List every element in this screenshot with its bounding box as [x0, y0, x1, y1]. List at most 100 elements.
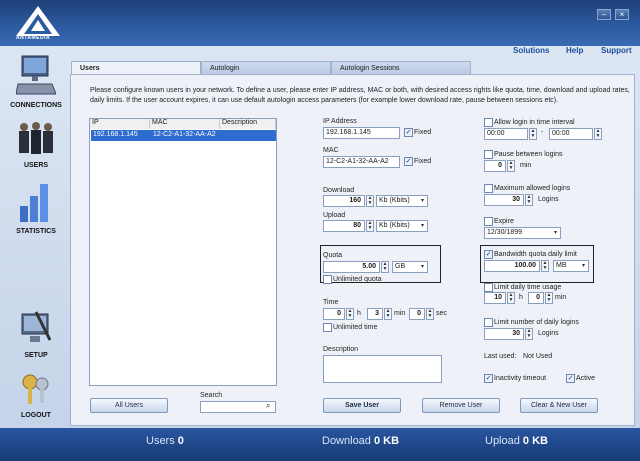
tab-autologin-sessions[interactable]: Autologin Sessions: [331, 61, 471, 75]
bandwidth-quota-field[interactable]: 100.00: [484, 260, 540, 272]
remove-user-button[interactable]: Remove User: [422, 398, 500, 413]
time-minutes-spinner[interactable]: ▲ ▼: [384, 308, 392, 320]
login-from-field[interactable]: 00:00: [484, 128, 528, 140]
quota-spinner[interactable]: ▲ ▼: [381, 261, 389, 273]
help-link[interactable]: Help: [566, 46, 583, 55]
max-logins-checkbox[interactable]: [484, 184, 493, 193]
download-unit-select[interactable]: Kb (Kbits) ▾: [376, 195, 428, 207]
mac-field[interactable]: 12-C2-A1-32-AA-A2: [323, 156, 400, 168]
solutions-link[interactable]: Solutions: [513, 46, 549, 55]
description-label: Description: [323, 346, 359, 353]
users-group-icon: [19, 122, 53, 154]
close-icon[interactable]: ×: [615, 9, 629, 20]
ip-field[interactable]: 192.168.1.145: [323, 127, 400, 139]
ip-label: IP Address: [323, 118, 357, 125]
quota-label: Quota: [323, 252, 343, 259]
time-seconds-spinner[interactable]: ▲ ▼: [426, 308, 434, 320]
time-minutes-unit: min: [394, 310, 406, 317]
column-header-description[interactable]: Description: [220, 119, 276, 129]
quota-unit-select[interactable]: GB ▾: [392, 261, 428, 273]
support-link[interactable]: Support: [601, 46, 632, 55]
time-hours-unit: h: [357, 310, 361, 317]
limit-daily-time-checkbox[interactable]: [484, 283, 493, 292]
limit-daily-logins-spinner[interactable]: ▲ ▼: [525, 328, 533, 340]
chevron-down-icon: ▾: [581, 263, 585, 269]
footer-upload-value: 0 KB: [522, 435, 548, 447]
download-spinner[interactable]: ▲ ▼: [366, 195, 374, 207]
sidebar-item-label: CONNECTIONS: [10, 102, 62, 109]
chevron-down-icon: ▾: [420, 264, 424, 270]
column-header-ip[interactable]: IP: [90, 119, 150, 129]
save-user-button[interactable]: Save User: [323, 398, 401, 413]
login-to-spinner[interactable]: ▲ ▼: [594, 128, 602, 140]
clear-new-user-button[interactable]: Clear & New User: [520, 398, 598, 413]
sidebar-item-label: LOGOUT: [21, 412, 51, 419]
sidebar-item-logout[interactable]: LOGOUT: [6, 372, 66, 419]
ip-fixed-checkbox[interactable]: ✓: [404, 128, 413, 137]
search-input[interactable]: [200, 401, 276, 413]
quota-unit-value: GB: [395, 263, 406, 270]
app-window: ANTAMEDIA – × Solutions Help Support CON…: [0, 0, 640, 461]
pause-between-logins-checkbox[interactable]: [484, 150, 493, 159]
tab-users[interactable]: Users: [71, 61, 201, 75]
bandwidth-quota-spinner[interactable]: ▲ ▼: [541, 260, 549, 272]
time-minutes-field[interactable]: 3: [367, 308, 383, 320]
limit-minutes-spinner[interactable]: ▲ ▼: [545, 292, 553, 304]
column-header-mac[interactable]: MAC: [150, 119, 220, 129]
inactivity-timeout-label: Inactivity timeout: [494, 375, 547, 382]
mac-fixed-label: Fixed: [414, 158, 432, 165]
mac-label: MAC: [323, 147, 339, 154]
sidebar-item-statistics[interactable]: STATISTICS: [6, 180, 66, 235]
max-logins-field[interactable]: 30: [484, 194, 524, 206]
limit-daily-logins-checkbox[interactable]: [484, 318, 493, 327]
bandwidth-unit-select[interactable]: MB ▾: [553, 260, 589, 272]
all-users-button[interactable]: All Users: [90, 398, 168, 413]
unlimited-quota-checkbox[interactable]: [323, 275, 332, 284]
time-seconds-field[interactable]: 0: [409, 308, 425, 320]
search-icon[interactable]: ⌕: [266, 401, 270, 411]
inactivity-timeout-checkbox[interactable]: ✓: [484, 374, 493, 383]
max-logins-spinner[interactable]: ▲ ▼: [525, 194, 533, 206]
allow-login-interval-checkbox[interactable]: [484, 118, 493, 127]
active-checkbox[interactable]: ✓: [566, 374, 575, 383]
title-bar: ANTAMEDIA – ×: [0, 0, 640, 46]
chevron-down-icon: ▾: [420, 198, 424, 204]
footer-users: Users 0: [146, 435, 184, 447]
minimize-icon[interactable]: –: [597, 9, 611, 20]
mac-fixed-checkbox[interactable]: ✓: [404, 157, 413, 166]
users-list[interactable]: IP MAC Description 192.168.1.145 12-C2-A…: [89, 118, 277, 386]
login-from-spinner[interactable]: ▲ ▼: [529, 128, 537, 140]
limit-daily-logins-field[interactable]: 30: [484, 328, 524, 340]
pause-unit: min: [520, 162, 532, 169]
chevron-down-icon: ▾: [553, 230, 557, 236]
tab-autologin[interactable]: Autologin: [201, 61, 331, 75]
sidebar-item-setup[interactable]: SETUP: [6, 310, 66, 359]
quota-field[interactable]: 5.00: [323, 261, 380, 273]
upload-spinner[interactable]: ▲ ▼: [366, 220, 374, 232]
upload-unit-select[interactable]: Kb (Kbits) ▾: [376, 220, 428, 232]
expire-date-select[interactable]: 12/30/1899 ▾: [484, 227, 561, 239]
time-hours-field[interactable]: 0: [323, 308, 345, 320]
description-field[interactable]: [323, 355, 442, 383]
chevron-down-icon: ▾: [420, 223, 424, 229]
pause-field[interactable]: 0: [484, 160, 506, 172]
footer-users-value: 0: [177, 435, 184, 447]
sidebar-item-connections[interactable]: CONNECTIONS: [6, 54, 66, 109]
time-hours-spinner[interactable]: ▲ ▼: [346, 308, 354, 320]
footer-download-label: Download: [322, 435, 371, 447]
download-field[interactable]: 160: [323, 195, 365, 207]
logo-text: ANTAMEDIA: [16, 35, 51, 41]
limit-minutes-field[interactable]: 0: [528, 292, 544, 304]
bandwidth-quota-checkbox[interactable]: ✓: [484, 250, 493, 259]
last-used-label: Last used:: [484, 353, 517, 360]
pause-spinner[interactable]: ▲ ▼: [507, 160, 515, 172]
bar-chart-icon: [20, 184, 48, 222]
limit-hours-spinner[interactable]: ▲ ▼: [507, 292, 515, 304]
unlimited-time-checkbox[interactable]: [323, 323, 332, 332]
sidebar-item-users[interactable]: USERS: [6, 120, 66, 169]
upload-field[interactable]: 80: [323, 220, 365, 232]
login-to-field[interactable]: 00:00: [549, 128, 593, 140]
table-row[interactable]: 192.168.1.145 12-C2-A1-32-AA-A2: [91, 130, 276, 141]
limit-hours-field[interactable]: 10: [484, 292, 506, 304]
expire-checkbox[interactable]: [484, 217, 493, 226]
